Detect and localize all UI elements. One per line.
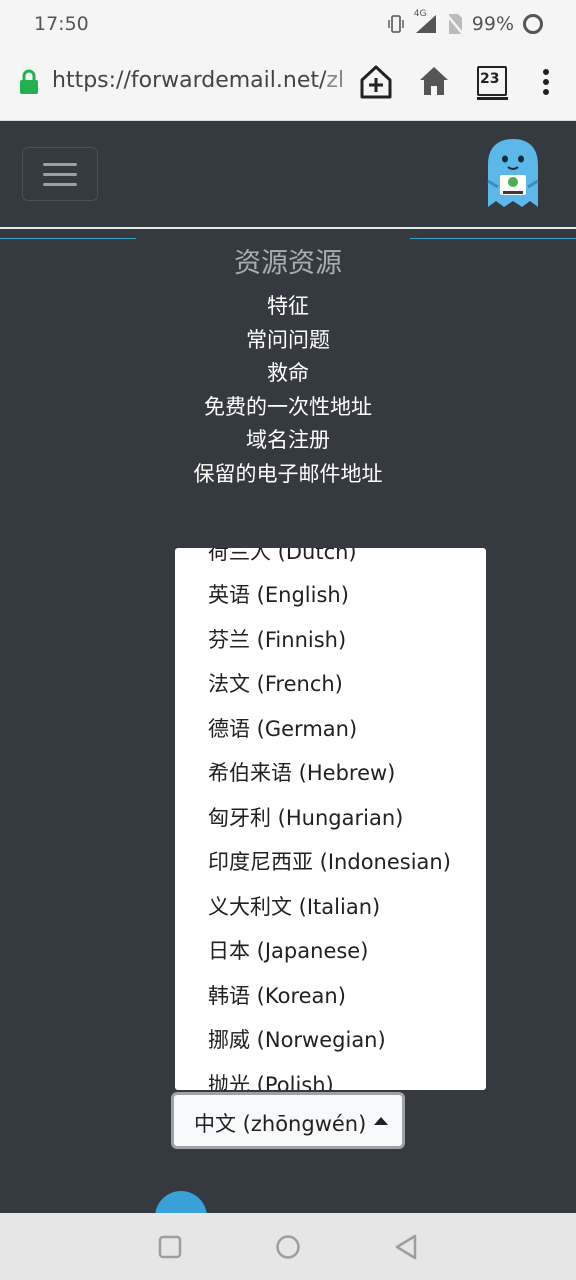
divider-left: [0, 238, 136, 239]
link-faq[interactable]: 常问问题: [0, 324, 576, 354]
option-korean[interactable]: 韩语 (Korean): [208, 980, 346, 1010]
url-faded-text: zh: [326, 68, 342, 93]
language-select-value: 中文 (zhōngwén): [194, 1112, 367, 1136]
link-free-disposable-addresses[interactable]: 免费的一次性地址: [0, 391, 576, 421]
status-time: 17:50: [34, 13, 89, 35]
network-type: 4G: [413, 9, 427, 19]
lock-icon: [20, 69, 38, 94]
chat-button[interactable]: [155, 1191, 207, 1213]
language-dropdown-list[interactable]: 荷兰人 (Dutch) 英语 (English) 芬兰 (Finnish) 法文…: [175, 548, 486, 1090]
tab-count: 23: [480, 71, 500, 87]
language-select[interactable]: 中文 (zhōngwén): [171, 1092, 405, 1149]
more-menu-icon[interactable]: [541, 68, 551, 96]
option-polish[interactable]: 抛光 (Polish): [208, 1069, 334, 1090]
option-norwegian[interactable]: 挪威 (Norwegian): [208, 1024, 386, 1054]
resources-heading: 资源资源: [234, 248, 342, 279]
home-icon[interactable]: [418, 64, 450, 98]
mascot-logo[interactable]: [484, 137, 542, 211]
browser-toolbar: https://forwardemail.net/zh 23: [0, 48, 576, 121]
link-domain-registration[interactable]: 域名注册: [0, 424, 576, 454]
no-sim-icon: [445, 14, 464, 35]
option-japanese[interactable]: 日本 (Japanese): [208, 935, 368, 965]
vibrate-icon: [387, 15, 404, 33]
option-finnish[interactable]: 芬兰 (Finnish): [208, 624, 346, 654]
signal-icon: 4G: [414, 9, 438, 35]
home-nav-icon[interactable]: [275, 1234, 301, 1260]
battery-percent: 99%: [471, 13, 514, 35]
option-english[interactable]: 英语 (English): [208, 579, 349, 609]
back-icon[interactable]: [394, 1234, 418, 1260]
option-indonesian[interactable]: 印度尼西亚 (Indonesian): [208, 846, 451, 876]
hamburger-icon[interactable]: [22, 147, 98, 201]
tabs-button[interactable]: 23: [476, 64, 508, 100]
status-bar: 17:50 4G 99%: [0, 0, 576, 48]
status-icons: 4G 99%: [386, 9, 544, 36]
add-to-home-icon[interactable]: [359, 64, 393, 100]
site-navbar: [0, 121, 576, 229]
link-reserved-email-addresses[interactable]: 保留的电子邮件地址: [0, 458, 576, 488]
option-hungarian[interactable]: 匈牙利 (Hungarian): [208, 802, 403, 832]
option-italian[interactable]: 义大利文 (Italian): [208, 891, 380, 921]
divider-right: [410, 238, 576, 239]
web-page: 资源资源 特征 常问问题 救命 免费的一次性地址 域名注册 保留的电子邮件地址 …: [0, 121, 576, 1213]
option-french[interactable]: 法文 (French): [208, 668, 343, 698]
url-text: https://forwardemail.net/: [52, 68, 327, 93]
link-features[interactable]: 特征: [0, 290, 576, 320]
option-hebrew[interactable]: 希伯来语 (Hebrew): [208, 757, 395, 787]
caret-up-icon: [374, 1117, 388, 1125]
link-help[interactable]: 救命: [0, 357, 576, 387]
option-german[interactable]: 德语 (German): [208, 713, 357, 743]
url-field[interactable]: https://forwardemail.net/zh: [52, 68, 342, 98]
recents-icon[interactable]: [158, 1235, 182, 1259]
option-dutch[interactable]: 荷兰人 (Dutch): [208, 548, 357, 566]
battery-ring-icon: [523, 14, 543, 34]
android-navigation-bar: [0, 1213, 576, 1280]
